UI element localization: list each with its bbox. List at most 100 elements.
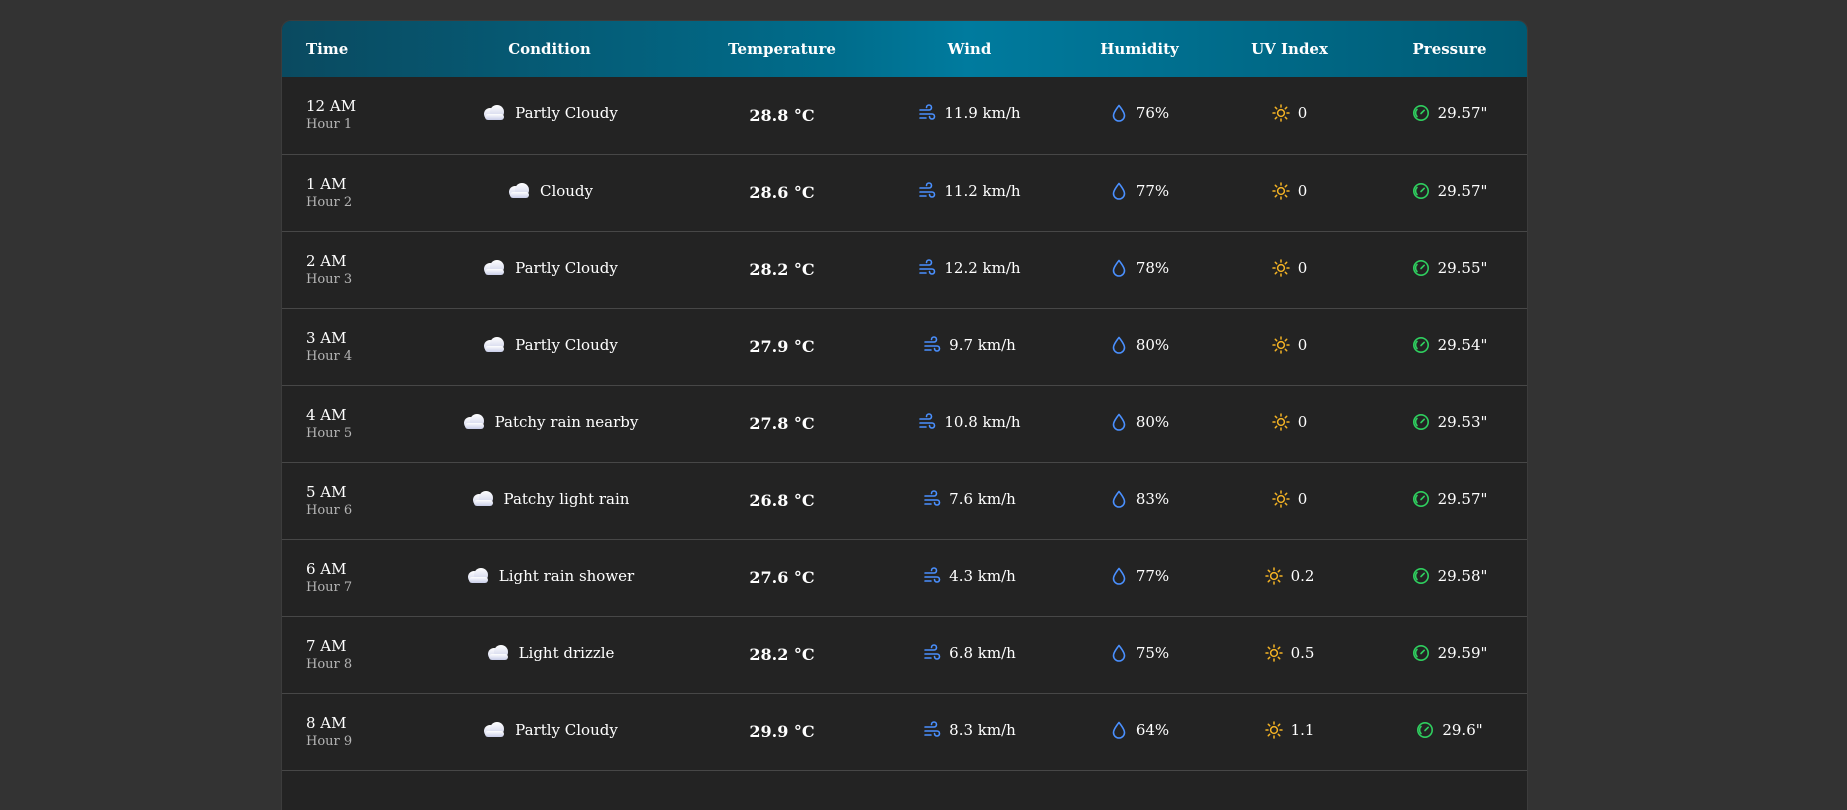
hourly-forecast-table: Time Condition Temperature Wind Humidity… (282, 21, 1527, 810)
table-row[interactable]: 3 AM Hour 4 Partly Cloudy 27.9 °C 9.7 km… (282, 308, 1527, 385)
condition-cell: Light rain shower (402, 539, 697, 616)
table-row[interactable]: 2 AM Hour 3 Partly Cloudy 28.2 °C 12.2 k… (282, 231, 1527, 308)
temperature-value: 27.8 °C (749, 414, 815, 433)
sun-icon (1264, 566, 1283, 585)
pressure-value: 29.55" (1437, 258, 1488, 277)
uv-value: 0 (1297, 258, 1308, 277)
humidity-cell: 64% (1072, 693, 1207, 770)
header-temperature[interactable]: Temperature (697, 21, 867, 77)
header-uv-index[interactable]: UV Index (1207, 21, 1372, 77)
temperature-cell: 28.6 °C (697, 154, 867, 231)
table-header-row: Time Condition Temperature Wind Humidity… (282, 21, 1527, 77)
gauge-icon (1412, 336, 1429, 353)
table-row[interactable]: 4 AM Hour 5 Patchy rain nearby 27.8 °C 1… (282, 385, 1527, 462)
wind-icon (919, 412, 936, 429)
cloud-icon (484, 105, 505, 121)
humidity-cell: 77% (1072, 539, 1207, 616)
gauge-icon (1412, 413, 1429, 430)
temperature-value: 26.8 °C (749, 491, 815, 510)
wind-icon (919, 104, 936, 121)
wind-cell (867, 770, 1072, 810)
droplet-icon (1112, 644, 1126, 662)
condition-cell: Partly Cloudy (402, 308, 697, 385)
pressure-value: 29.59" (1437, 643, 1488, 662)
sun-icon (1264, 643, 1283, 662)
table-row[interactable]: 6 AM Hour 7 Light rain shower 27.6 °C 4.… (282, 539, 1527, 616)
header-time[interactable]: Time (282, 21, 402, 77)
temperature-cell: 28.2 °C (697, 231, 867, 308)
header-condition[interactable]: Condition (402, 21, 697, 77)
header-humidity[interactable]: Humidity (1072, 21, 1207, 77)
sun-icon (1264, 720, 1283, 739)
uv-cell: 1.1 (1207, 693, 1372, 770)
condition-label: Patchy light rain (503, 489, 630, 508)
humidity-value: 78% (1135, 258, 1170, 277)
header-pressure[interactable]: Pressure (1372, 21, 1527, 77)
condition-cell: Light drizzle (402, 616, 697, 693)
humidity-value: 80% (1135, 335, 1170, 354)
uv-value: 0.2 (1290, 566, 1315, 585)
cloud-icon (484, 721, 505, 737)
wind-value: 4.3 km/h (949, 566, 1016, 585)
wind-value: 7.6 km/h (949, 489, 1016, 508)
humidity-cell: 83% (1072, 462, 1207, 539)
uv-cell: 0 (1207, 308, 1372, 385)
table-row[interactable]: 1 AM Hour 2 Cloudy 28.6 °C 11.2 km/h 77%… (282, 154, 1527, 231)
time-cell: 6 AM Hour 7 (282, 539, 402, 616)
hour-label: Hour 9 (306, 733, 353, 749)
wind-value: 11.9 km/h (944, 104, 1021, 123)
cloud-icon (484, 336, 505, 352)
header-wind[interactable]: Wind (867, 21, 1072, 77)
pressure-value: 29.53" (1437, 412, 1488, 431)
humidity-cell: 75% (1072, 616, 1207, 693)
wind-cell: 11.2 km/h (867, 154, 1072, 231)
condition-cell: Patchy light rain (402, 462, 697, 539)
temperature-value: 28.2 °C (749, 260, 815, 279)
wind-icon (924, 720, 941, 737)
sun-icon (1271, 412, 1290, 431)
uv-cell: 0.2 (1207, 539, 1372, 616)
humidity-cell: 80% (1072, 308, 1207, 385)
temperature-value: 28.2 °C (749, 645, 815, 664)
time-label: 6 AM (306, 559, 347, 578)
time-label: 7 AM (306, 636, 347, 655)
temperature-cell: 27.6 °C (697, 539, 867, 616)
wind-value: 9.7 km/h (949, 335, 1016, 354)
humidity-cell: 76% (1072, 77, 1207, 154)
cloud-icon (463, 413, 484, 429)
time-label: 4 AM (306, 405, 347, 424)
temperature-cell: 28.2 °C (697, 616, 867, 693)
table-row[interactable] (282, 770, 1527, 810)
condition-label: Cloudy (539, 181, 594, 200)
pressure-value: 29.57" (1437, 181, 1488, 200)
hourly-forecast-card: Time Condition Temperature Wind Humidity… (281, 20, 1528, 810)
time-label: 2 AM (306, 251, 347, 270)
wind-cell: 7.6 km/h (867, 462, 1072, 539)
uv-value: 1.1 (1290, 720, 1315, 739)
droplet-icon (1112, 567, 1126, 585)
pressure-value: 29.6" (1442, 720, 1483, 739)
time-label: 8 AM (306, 713, 347, 732)
condition-cell (402, 770, 697, 810)
pressure-cell: 29.53" (1372, 385, 1527, 462)
hour-label: Hour 7 (306, 579, 353, 595)
pressure-value: 29.57" (1437, 489, 1488, 508)
cloud-icon (508, 182, 529, 198)
humidity-value: 75% (1135, 643, 1170, 662)
wind-value: 10.8 km/h (944, 412, 1021, 431)
cloud-icon (484, 259, 505, 275)
temperature-cell: 26.8 °C (697, 462, 867, 539)
condition-label: Light rain shower (498, 566, 635, 585)
uv-value: 0 (1297, 335, 1308, 354)
time-cell: 3 AM Hour 4 (282, 308, 402, 385)
droplet-icon (1112, 182, 1126, 200)
table-row[interactable]: 12 AM Hour 1 Partly Cloudy 28.8 °C 11.9 … (282, 77, 1527, 154)
table-row[interactable]: 5 AM Hour 6 Patchy light rain 26.8 °C 7.… (282, 462, 1527, 539)
table-row[interactable]: 7 AM Hour 8 Light drizzle 28.2 °C 6.8 km… (282, 616, 1527, 693)
wind-cell: 9.7 km/h (867, 308, 1072, 385)
droplet-icon (1112, 413, 1126, 431)
wind-icon (919, 258, 936, 275)
temperature-value: 29.9 °C (749, 722, 815, 741)
table-row[interactable]: 8 AM Hour 9 Partly Cloudy 29.9 °C 8.3 km… (282, 693, 1527, 770)
droplet-icon (1112, 104, 1126, 122)
